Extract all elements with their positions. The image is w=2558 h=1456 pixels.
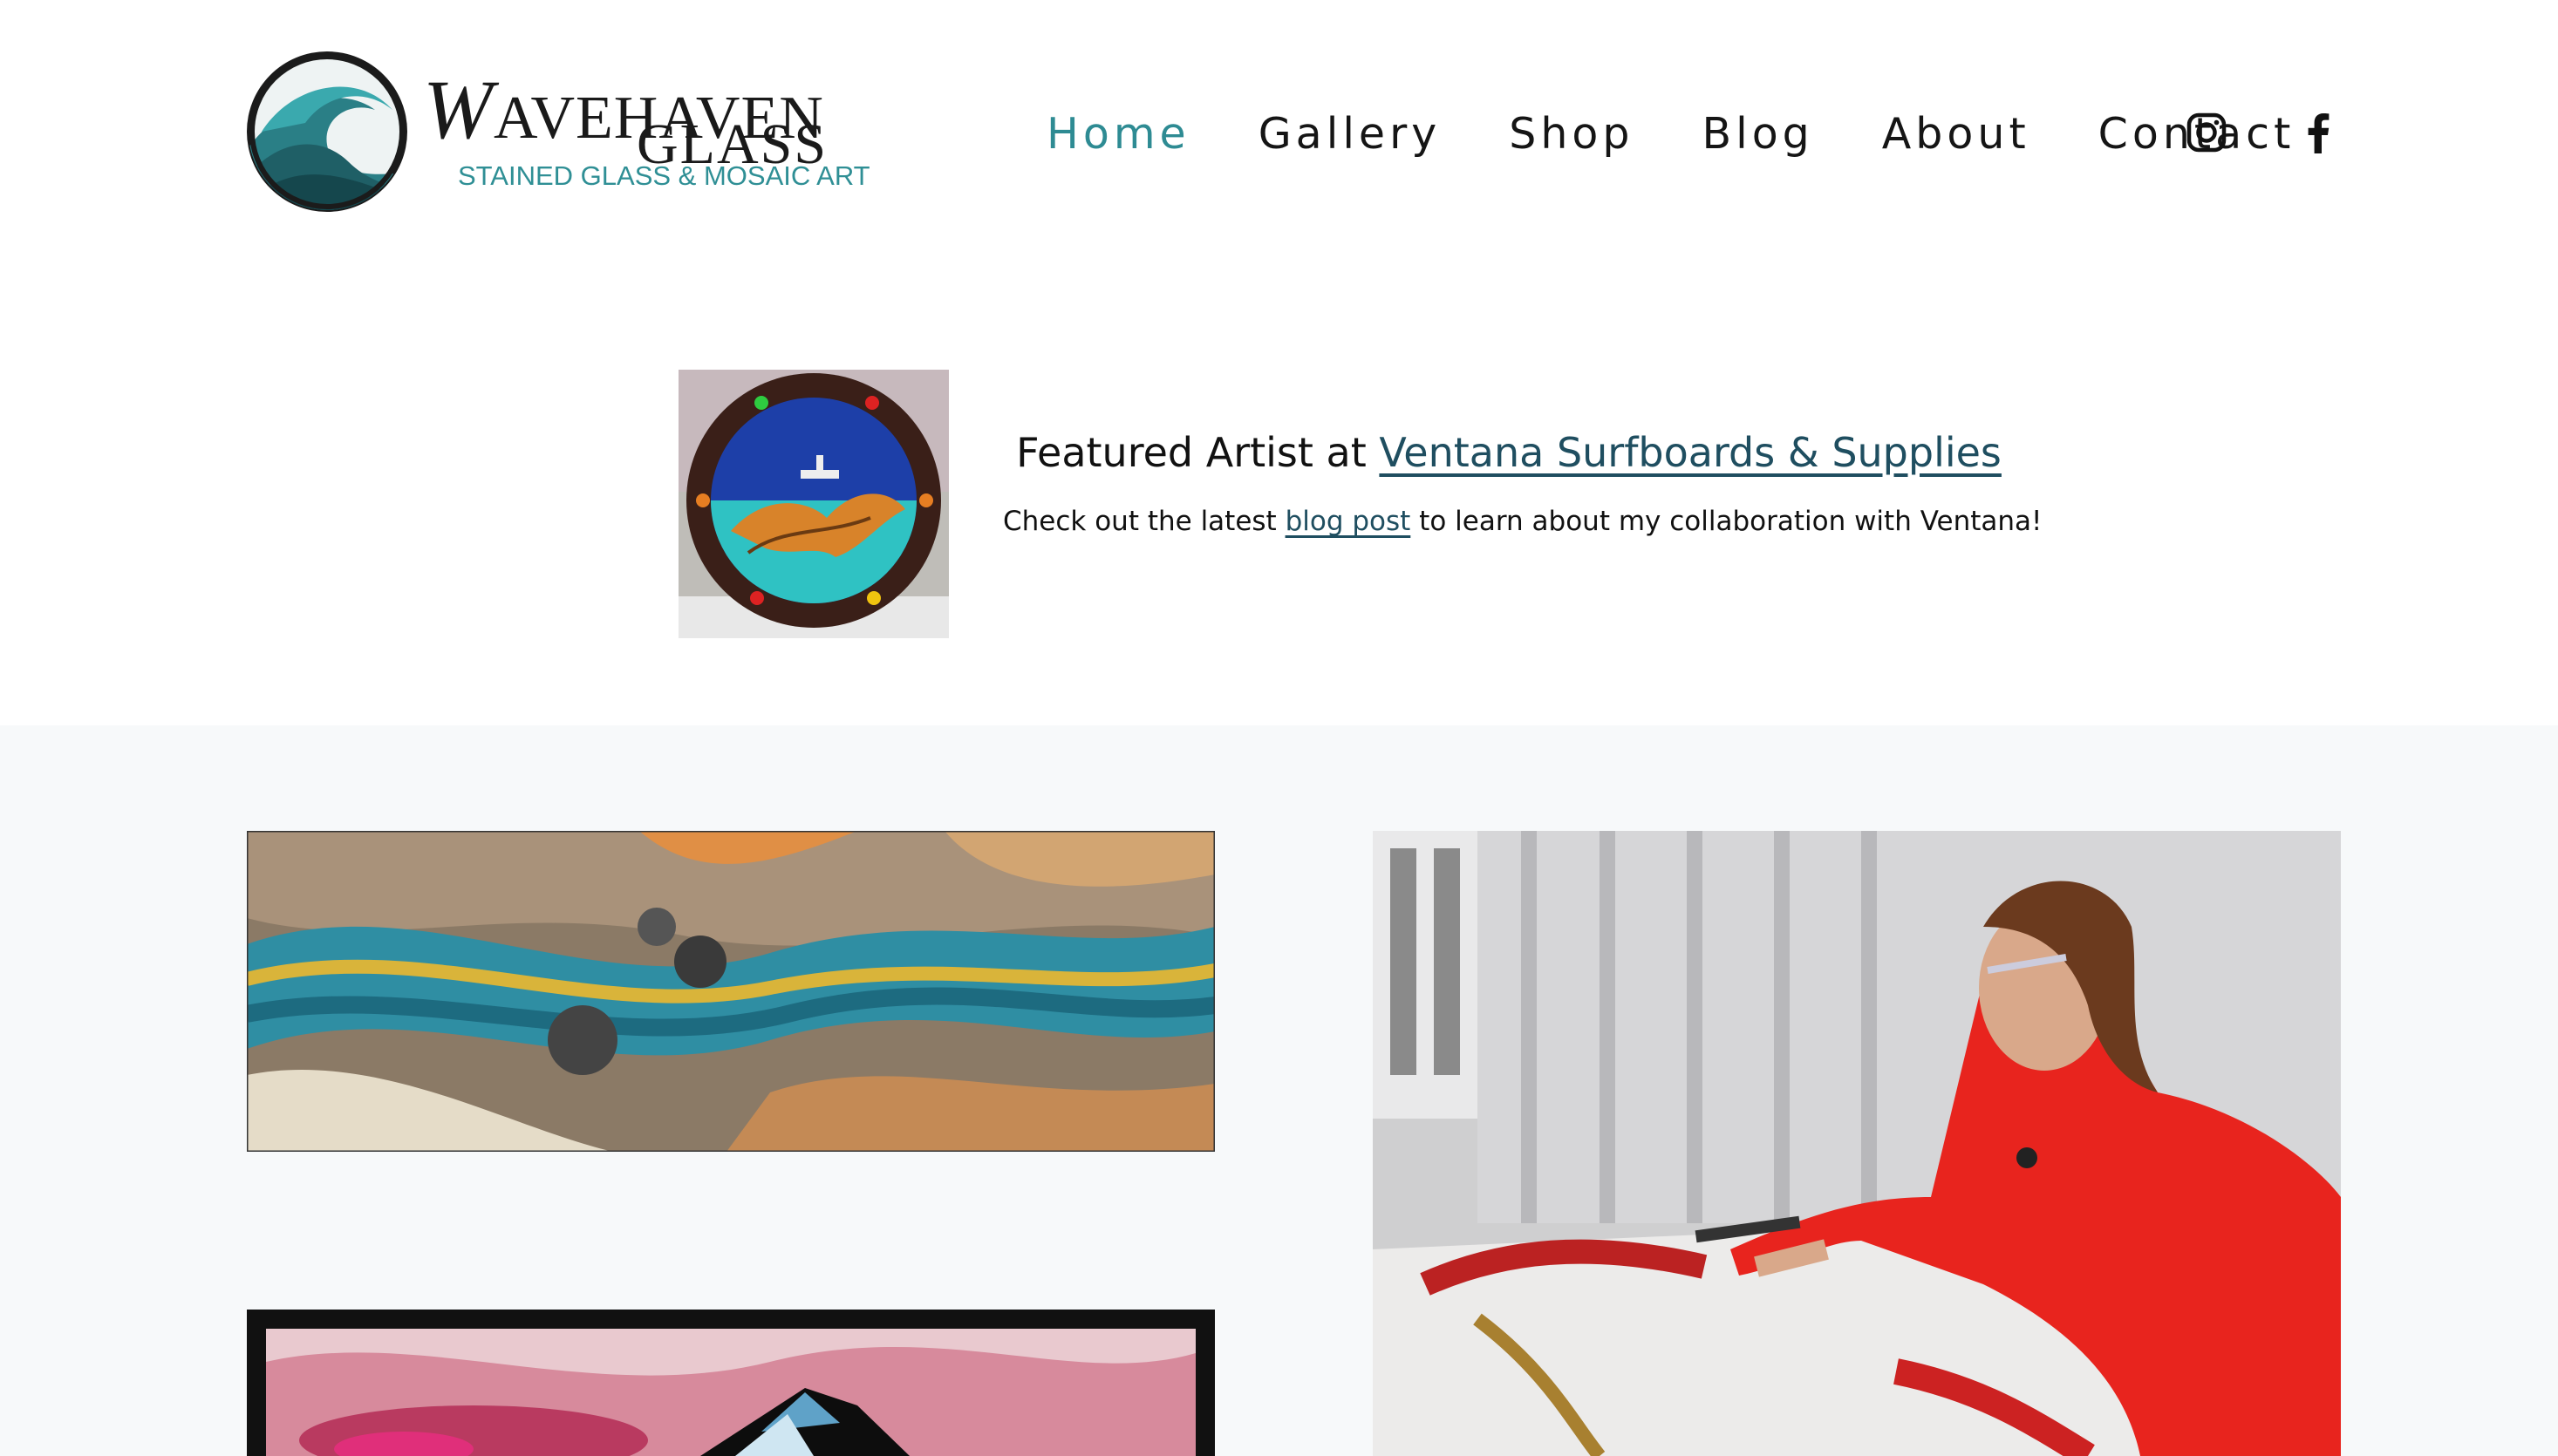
main-nav: Home Gallery Shop Blog About Contact [1047, 103, 2363, 164]
nav-about[interactable]: About [1882, 109, 2030, 159]
brand-tagline: STAINED GLASS & MOSAIC ART [458, 160, 870, 191]
mountain-stained-glass-artwork[interactable] [247, 1310, 1215, 1456]
blog-post-link[interactable]: blog post [1286, 506, 1411, 537]
nav-shop[interactable]: Shop [1509, 109, 1634, 159]
nav-gallery[interactable]: Gallery [1259, 109, 1442, 159]
featured-subtitle: Check out the latest blog post to learn … [1003, 506, 2043, 537]
wave-logo-icon [247, 51, 407, 212]
site-header: WAVEHAVEN GLASS STAINED GLASS & MOSAIC A… [0, 0, 2558, 270]
wave-mosaic-artwork[interactable] [247, 831, 1215, 1152]
facebook-icon[interactable] [2292, 106, 2344, 159]
ventana-link[interactable]: Ventana Surfboards & Supplies [1379, 429, 2002, 476]
porthole-artwork-thumbnail[interactable] [679, 370, 949, 638]
instagram-icon[interactable] [2180, 106, 2233, 159]
nav-home[interactable]: Home [1047, 109, 1190, 159]
featured-title: Featured Artist at Ventana Surfboards & … [1016, 429, 2002, 476]
nav-blog[interactable]: Blog [1702, 109, 1813, 159]
featured-section [0, 270, 2558, 725]
artist-working-photo[interactable] [1373, 831, 2341, 1456]
site-logo[interactable]: WAVEHAVEN GLASS STAINED GLASS & MOSAIC A… [244, 49, 872, 223]
